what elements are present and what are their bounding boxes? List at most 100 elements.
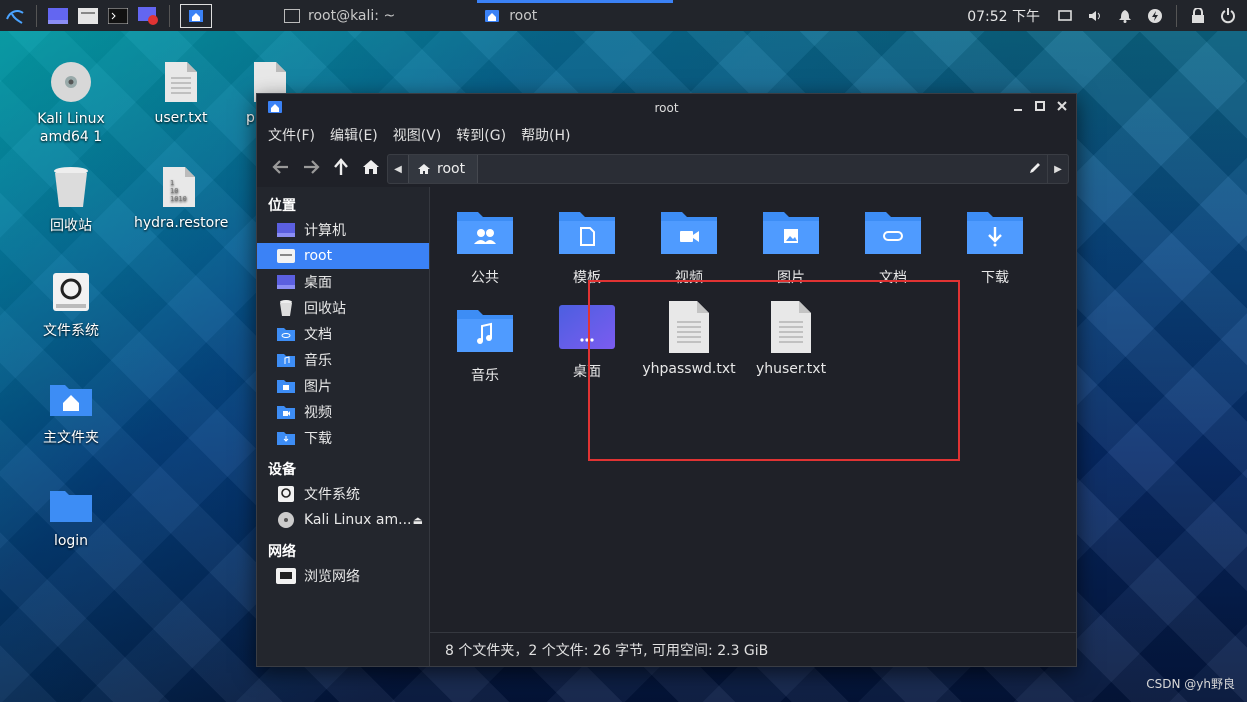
computer-icon <box>276 222 296 238</box>
desktop-icon-kali-disc[interactable]: Kali Linux amd64 1 <box>26 58 116 146</box>
sidebar-header-network: 网络 <box>268 544 296 560</box>
back-button[interactable] <box>269 155 293 179</box>
home-folder-icon <box>47 375 95 423</box>
desktop-icon-label: 回收站 <box>50 218 92 234</box>
sidebar-item-label: root <box>304 248 333 264</box>
menu-help[interactable]: 帮助(H) <box>521 125 570 145</box>
menu-go[interactable]: 转到(G) <box>456 125 506 145</box>
sidebar-item-music[interactable]: 音乐 <box>257 347 429 373</box>
home-icon <box>363 160 379 174</box>
sidebar-item-documents[interactable]: 文档 <box>257 321 429 347</box>
file-item-videos[interactable]: 视频 <box>639 205 739 287</box>
svg-text:10: 10 <box>170 187 178 195</box>
file-item-pictures[interactable]: 图片 <box>741 205 841 287</box>
path-scroll-left-icon[interactable]: ◀ <box>388 155 408 183</box>
logout-icon[interactable] <box>1219 7 1237 25</box>
clock[interactable]: 07:52 下午 <box>967 6 1040 26</box>
terminal-launcher-icon[interactable] <box>107 5 129 27</box>
home-button[interactable] <box>359 155 383 179</box>
music-folder-icon <box>455 303 515 359</box>
desktop-icon-label: user.txt <box>154 110 208 126</box>
videos-folder-icon <box>276 404 296 420</box>
sidebar-item-label: 音乐 <box>304 353 332 369</box>
sidebar-item-label: 文件系统 <box>304 487 360 503</box>
sidebar-item-computer[interactable]: 计算机 <box>257 217 429 243</box>
forward-button[interactable] <box>299 155 323 179</box>
file-item-label: 下载 <box>981 270 1009 286</box>
desktop-icon-login-folder[interactable]: login <box>26 481 116 549</box>
volume-icon[interactable] <box>1086 7 1104 25</box>
power-status-icon[interactable] <box>1146 7 1164 25</box>
desktop-icon-user-txt[interactable]: user.txt <box>136 58 226 126</box>
desktop-icon-label: login <box>53 533 89 549</box>
desktop-icon-label: hydra.restore <box>134 215 229 231</box>
display-icon[interactable] <box>1056 7 1074 25</box>
file-manager-launcher-icon[interactable] <box>77 5 99 27</box>
edit-path-icon[interactable] <box>1028 161 1042 175</box>
lock-screen-icon[interactable] <box>1189 7 1207 25</box>
disc-icon <box>276 512 296 528</box>
trash-icon <box>47 163 95 211</box>
sidebar-item-label: 回收站 <box>304 301 346 317</box>
window-title: root <box>654 101 679 115</box>
documents-folder-icon <box>276 326 296 342</box>
task-terminal[interactable]: root@kali: ~ <box>276 0 403 31</box>
sidebar-item-filesystem[interactable]: 文件系统 <box>257 481 429 507</box>
menu-view[interactable]: 视图(V) <box>393 125 442 145</box>
file-item-templates[interactable]: 模板 <box>537 205 637 287</box>
home-folder-icon <box>268 101 282 113</box>
close-icon[interactable] <box>1056 100 1068 112</box>
watermark: CSDN @yh野良 <box>1146 677 1235 691</box>
toolbar: ◀ root ▶ <box>257 148 1076 186</box>
file-item-label: 公共 <box>471 270 499 286</box>
menu-file[interactable]: 文件(F) <box>268 125 315 145</box>
sidebar-item-desktop[interactable]: 桌面 <box>257 269 429 295</box>
maximize-icon[interactable] <box>1034 100 1046 112</box>
home-folder-icon <box>276 248 296 264</box>
sidebar-item-pictures[interactable]: 图片 <box>257 373 429 399</box>
workspace-switcher-icon[interactable] <box>180 3 212 28</box>
home-folder-icon <box>485 9 500 22</box>
taskbar: root@kali: ~ root 07:52 下午 <box>0 0 1247 31</box>
desktop-icon-trash[interactable]: 回收站 <box>26 163 116 235</box>
sidebar-item-downloads[interactable]: 下载 <box>257 425 429 451</box>
minimize-icon[interactable] <box>1012 100 1024 112</box>
show-desktop-icon[interactable] <box>47 5 69 27</box>
sidebar-item-trash[interactable]: 回收站 <box>257 295 429 321</box>
desktop-icon-home-folder[interactable]: 主文件夹 <box>26 375 116 447</box>
pictures-folder-icon <box>761 205 821 261</box>
path-crumb-root[interactable]: root <box>408 155 479 183</box>
desktop-icon-label: 主文件夹 <box>43 430 99 446</box>
path-bar[interactable]: ◀ root ▶ <box>387 154 1069 184</box>
pictures-folder-icon <box>276 378 296 394</box>
notification-bell-icon[interactable] <box>1116 7 1134 25</box>
sidebar-item-browse-network[interactable]: 浏览网络 <box>257 563 429 589</box>
file-item-downloads[interactable]: 下载 <box>945 205 1045 287</box>
network-icon <box>276 568 296 584</box>
templates-folder-icon <box>557 205 617 261</box>
window-titlebar[interactable]: root <box>257 94 1076 122</box>
sidebar-item-root[interactable]: root <box>257 243 429 269</box>
desktop-icon-label: Kali Linux amd64 1 <box>37 111 105 145</box>
terminal-icon <box>284 8 300 23</box>
sidebar-item-kali-disc[interactable]: Kali Linux am... ⏏ <box>257 507 429 533</box>
kali-menu-icon[interactable] <box>4 5 26 27</box>
file-item-music[interactable]: 音乐 <box>435 303 535 385</box>
menu-edit[interactable]: 编辑(E) <box>330 125 378 145</box>
binary-file-icon: 1 10 1010 <box>155 163 203 211</box>
menubar: 文件(F) 编辑(E) 视图(V) 转到(G) 帮助(H) <box>257 122 1076 148</box>
status-bar: 8 个文件夹，2 个文件: 26 字节, 可用空间: 2.3 GiB <box>430 632 1076 666</box>
task-file-manager[interactable]: root <box>477 0 674 31</box>
up-button[interactable] <box>329 155 353 179</box>
desktop-icon-hydra-restore[interactable]: 1 10 1010 hydra.restore <box>134 163 229 231</box>
downloads-folder-icon <box>965 205 1025 261</box>
sidebar-item-videos[interactable]: 视频 <box>257 399 429 425</box>
path-scroll-right-icon[interactable]: ▶ <box>1047 155 1068 183</box>
file-item-documents[interactable]: 文档 <box>843 205 943 287</box>
eject-icon[interactable]: ⏏ <box>413 514 423 527</box>
desktop-icon-filesystem[interactable]: 文件系统 <box>26 268 116 340</box>
file-item-public[interactable]: 公共 <box>435 205 535 287</box>
sidebar-item-label: 视频 <box>304 405 332 421</box>
desktop-icon-label: 文件系统 <box>43 323 99 339</box>
screen-recorder-icon[interactable] <box>137 5 159 27</box>
